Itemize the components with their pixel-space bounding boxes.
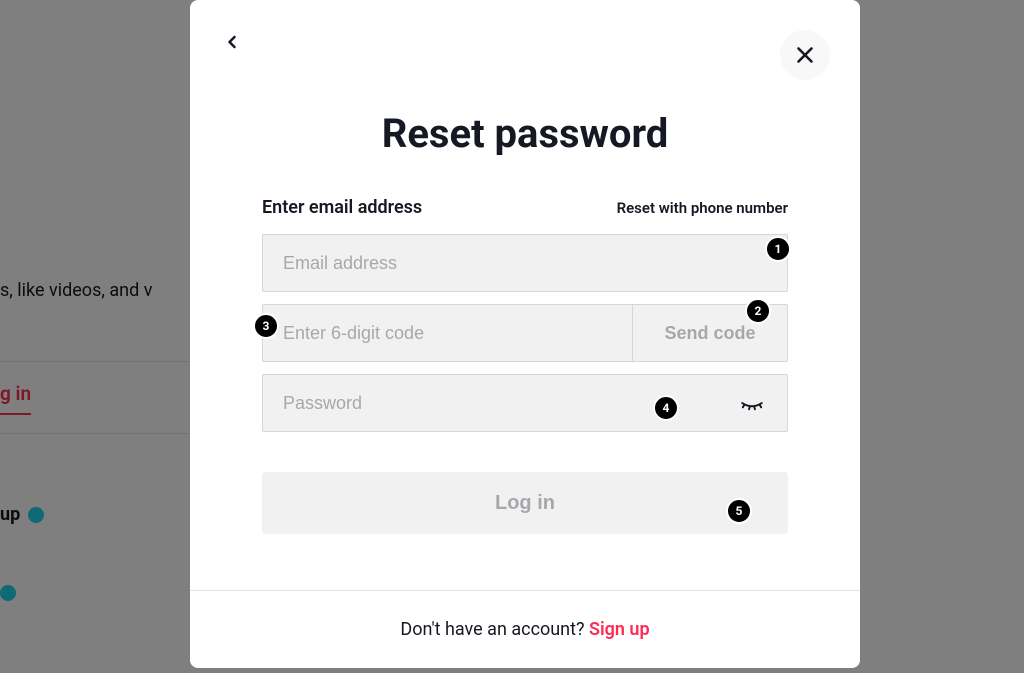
reset-with-phone-link[interactable]: Reset with phone number (617, 199, 788, 217)
reset-form: Enter email address Reset with phone num… (190, 197, 860, 590)
password-input-wrap (262, 374, 788, 432)
footer-text: Don't have an account? (400, 619, 589, 640)
form-label-row: Enter email address Reset with phone num… (262, 197, 788, 218)
login-button[interactable]: Log in (262, 472, 788, 534)
verification-code-input[interactable] (262, 304, 632, 362)
modal-footer: Don't have an account? Sign up (190, 590, 860, 668)
code-row: Send code (262, 304, 788, 362)
modal-title: Reset password (226, 110, 824, 157)
modal-header: Reset password (190, 0, 860, 197)
annotation-marker: 3 (253, 313, 279, 339)
email-input[interactable] (262, 234, 788, 292)
eye-closed-icon (739, 390, 765, 416)
annotation-marker: 2 (745, 298, 771, 324)
close-icon (792, 42, 818, 68)
email-input-wrap (262, 234, 788, 292)
password-input[interactable] (262, 374, 788, 432)
toggle-password-visibility-button[interactable] (736, 387, 768, 419)
chevron-left-icon (222, 32, 242, 52)
close-button[interactable] (780, 30, 830, 80)
annotation-marker: 4 (653, 395, 679, 421)
annotation-marker: 1 (765, 236, 791, 262)
signup-link[interactable]: Sign up (589, 619, 650, 640)
reset-password-modal: Reset password Enter email address Reset… (190, 0, 860, 668)
email-label: Enter email address (262, 197, 422, 218)
back-button[interactable] (220, 30, 244, 54)
annotation-marker: 5 (726, 498, 752, 524)
